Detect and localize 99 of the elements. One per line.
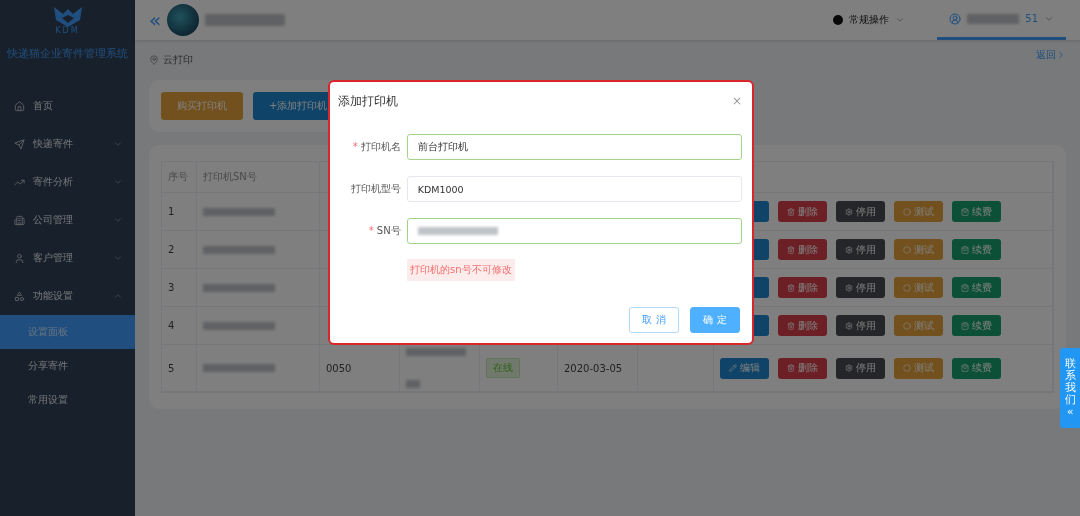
blurred-text xyxy=(203,321,275,330)
bag-icon xyxy=(961,207,969,216)
logo-text: KDM xyxy=(55,26,80,35)
action-button[interactable]: 续费 xyxy=(952,357,1001,379)
gear-icon xyxy=(845,364,853,372)
status-tag: 在线 xyxy=(486,358,520,378)
field-label: SN号 xyxy=(376,225,401,236)
table-cell: 2020-03-05 xyxy=(564,362,623,374)
table-cell: 0050 xyxy=(326,362,352,374)
action-button[interactable]: 续费 xyxy=(952,239,1001,260)
action-button[interactable]: 续费 xyxy=(952,277,1001,298)
required-mark: * xyxy=(368,225,374,236)
action-button[interactable]: 停用 xyxy=(836,315,885,336)
building-icon xyxy=(14,214,25,226)
action-button[interactable]: 停用 xyxy=(836,201,885,222)
sidebar-subitem[interactable]: 常用设置 xyxy=(0,383,135,417)
action-button[interactable]: 续费 xyxy=(952,201,1001,222)
action-button[interactable]: 续费 xyxy=(952,315,1001,336)
confirm-button[interactable]: 确 定 xyxy=(690,307,740,333)
action-button[interactable]: 删除 xyxy=(778,357,827,379)
input-field[interactable]: 前台打印机 xyxy=(406,134,742,160)
sidebar-item[interactable]: 客户管理 xyxy=(0,239,135,277)
trash-icon xyxy=(787,321,795,330)
circle-icon xyxy=(903,207,911,216)
table-cell: 3 xyxy=(168,282,175,293)
bag-icon xyxy=(961,283,969,292)
sidebar-item[interactable]: 首页 xyxy=(0,87,135,125)
user-menu[interactable]: 51 xyxy=(937,0,1066,40)
circle-icon xyxy=(903,283,911,292)
bag-icon xyxy=(961,364,969,372)
avatar xyxy=(167,4,200,36)
table-cell: 2 xyxy=(168,244,175,255)
action-button[interactable]: 测试 xyxy=(894,239,943,260)
breadcrumb-item: 云打印 xyxy=(163,53,193,67)
circle-icon xyxy=(903,321,911,330)
action-button[interactable]: 测试 xyxy=(894,357,943,379)
user-icon xyxy=(949,12,962,25)
close-button[interactable]: × xyxy=(731,94,742,108)
circle-icon xyxy=(903,364,911,372)
action-button[interactable]: 停用 xyxy=(836,357,885,379)
action-button[interactable]: 测试 xyxy=(894,201,943,222)
bag-icon xyxy=(961,321,969,330)
action-button[interactable]: 删除 xyxy=(778,315,827,336)
operations-menu[interactable]: 常规操作 xyxy=(833,13,906,27)
contact-tab[interactable]: 联 系 我 们 « xyxy=(1060,348,1080,428)
circle-icon xyxy=(833,15,844,25)
action-button[interactable]: 测试 xyxy=(894,277,943,298)
input-field[interactable]: KDM1000 xyxy=(406,176,742,202)
blurred-text xyxy=(406,380,420,388)
sidebar-subitem[interactable]: 分享寄件 xyxy=(0,349,135,383)
logo-icon xyxy=(52,6,83,28)
gear-icon xyxy=(845,207,853,216)
send-icon xyxy=(14,138,25,150)
gear-icon xyxy=(845,283,853,292)
sidebar-item[interactable]: 功能设置 xyxy=(0,277,135,315)
action-button[interactable]: 停用 xyxy=(836,239,885,260)
input-field[interactable] xyxy=(406,218,742,244)
error-hint: 打印机的sn号不可修改 xyxy=(407,259,515,281)
trash-icon xyxy=(787,283,795,292)
location-icon xyxy=(149,55,159,65)
trash-icon xyxy=(787,207,795,216)
circle-icon xyxy=(903,245,911,254)
required-mark: * xyxy=(352,141,358,152)
table-cell: 1 xyxy=(168,206,175,217)
chevron-down-icon xyxy=(895,15,906,25)
back-link[interactable]: 返回 xyxy=(1036,48,1066,62)
action-button[interactable]: 停用 xyxy=(836,277,885,298)
action-button[interactable]: 测试 xyxy=(894,315,943,336)
sidebar-item[interactable]: 公司管理 xyxy=(0,201,135,239)
cancel-button[interactable]: 取 消 xyxy=(629,307,679,333)
sidebar-item[interactable]: 寄件分析 xyxy=(0,163,135,201)
field-label: 打印机名 xyxy=(360,141,401,152)
blurred-text xyxy=(967,13,1020,24)
shapes-icon xyxy=(14,290,25,302)
table-cell: 5 xyxy=(168,362,175,374)
bag-icon xyxy=(961,245,969,254)
action-button[interactable]: 删除 xyxy=(778,239,827,260)
gear-icon xyxy=(845,245,853,254)
trash-icon xyxy=(787,245,795,254)
action-button[interactable]: 删除 xyxy=(778,201,827,222)
gear-icon xyxy=(845,321,853,330)
blurred-text xyxy=(406,348,466,356)
action-button[interactable]: 删除 xyxy=(778,277,827,298)
blurred-text xyxy=(203,207,275,216)
sidebar-item[interactable]: 快递寄件 xyxy=(0,125,135,163)
field-label: 打印机型号 xyxy=(350,183,401,194)
table-cell: 4 xyxy=(168,320,175,331)
blurred-text xyxy=(203,245,275,254)
blurred-text xyxy=(203,364,275,372)
trash-icon xyxy=(787,364,795,372)
home-icon xyxy=(14,100,25,112)
toolbar-button[interactable]: 购买打印机 xyxy=(161,92,243,120)
blurred-text xyxy=(203,283,275,292)
action-button[interactable]: 编辑 xyxy=(720,357,769,379)
app-title: 快递猫企业寄件管理系统 xyxy=(6,47,129,61)
chevron-right-icon xyxy=(1056,50,1066,60)
pencil-icon xyxy=(729,364,737,372)
user-icon xyxy=(14,252,25,264)
collapse-button[interactable]: « xyxy=(149,8,162,32)
